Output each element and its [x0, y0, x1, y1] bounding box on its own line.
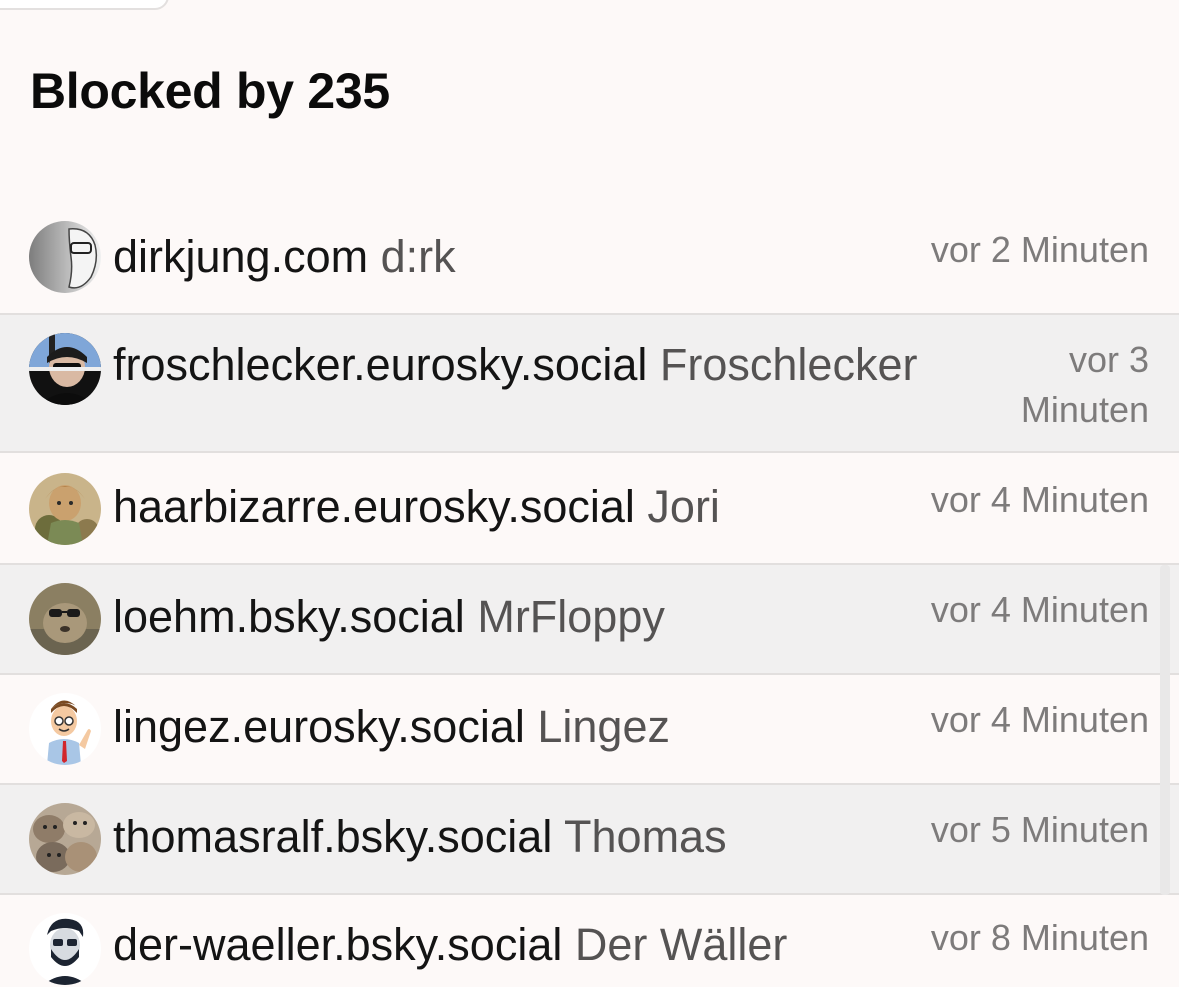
list-item[interactable]: lingez.eurosky.social Lingez vor 4 Minut…	[0, 675, 1179, 785]
list-item[interactable]: thomasralf.bsky.social Thomas vor 5 Minu…	[0, 785, 1179, 895]
timestamp: vor 4 Minuten	[930, 699, 1149, 740]
list-item[interactable]: froschlecker.eurosky.social Froschlecker…	[0, 315, 1179, 453]
timestamp: vor 3 Minuten	[1020, 339, 1149, 430]
user-handle[interactable]: froschlecker.eurosky.social	[113, 339, 647, 390]
timestamp: vor 4 Minuten	[930, 479, 1149, 520]
previous-control-edge[interactable]	[0, 0, 169, 10]
blocked-by-list: dirkjung.com d:rk vor 2 Minuten froschle…	[0, 203, 1179, 987]
user-display-name: Froschlecker	[659, 339, 918, 390]
user-display-name: Lingez	[537, 701, 670, 752]
scrollbar[interactable]	[1160, 565, 1170, 895]
list-item[interactable]: der-waeller.bsky.social Der Wäller vor 8…	[0, 895, 1179, 987]
user-handle[interactable]: der-waeller.bsky.social	[113, 919, 562, 970]
timestamp: vor 4 Minuten	[930, 589, 1149, 630]
avatar[interactable]	[29, 803, 101, 875]
user-display-name: Der Wäller	[574, 919, 788, 970]
page-title: Blocked by 235	[30, 63, 390, 119]
avatar[interactable]	[29, 583, 101, 655]
user-handle[interactable]: thomasralf.bsky.social	[113, 811, 552, 862]
animal-with-sunglasses-photo-icon	[29, 583, 101, 655]
list-item[interactable]: haarbizarre.eurosky.social Jori vor 4 Mi…	[0, 453, 1179, 565]
avatar[interactable]	[29, 333, 101, 405]
timestamp: vor 5 Minuten	[930, 809, 1149, 850]
list-item[interactable]: dirkjung.com d:rk vor 2 Minuten	[0, 203, 1179, 315]
timestamp: vor 8 Minuten	[930, 917, 1149, 958]
bearded-man-illustration-icon	[29, 913, 101, 985]
grayscale-profile-photo-icon	[29, 221, 101, 293]
timestamp: vor 2 Minuten	[930, 229, 1149, 270]
user-display-name: MrFloppy	[477, 591, 665, 642]
kittens-photo-icon	[29, 803, 101, 875]
person-with-sunglasses-photo-icon	[29, 333, 101, 405]
avatar[interactable]	[29, 693, 101, 765]
user-handle[interactable]: loehm.bsky.social	[113, 591, 465, 642]
avatar[interactable]	[29, 913, 101, 985]
user-handle[interactable]: lingez.eurosky.social	[113, 701, 525, 752]
avatar[interactable]	[29, 221, 101, 293]
user-display-name: Thomas	[564, 811, 727, 862]
user-handle[interactable]: haarbizarre.eurosky.social	[113, 481, 635, 532]
user-display-name: d:rk	[380, 231, 456, 282]
user-display-name: Jori	[647, 481, 720, 532]
doll-figure-photo-icon	[29, 473, 101, 545]
user-handle[interactable]: dirkjung.com	[113, 231, 368, 282]
list-item[interactable]: loehm.bsky.social MrFloppy vor 4 Minuten	[0, 565, 1179, 675]
avatar[interactable]	[29, 473, 101, 545]
cartoon-man-waving-icon	[29, 693, 101, 765]
